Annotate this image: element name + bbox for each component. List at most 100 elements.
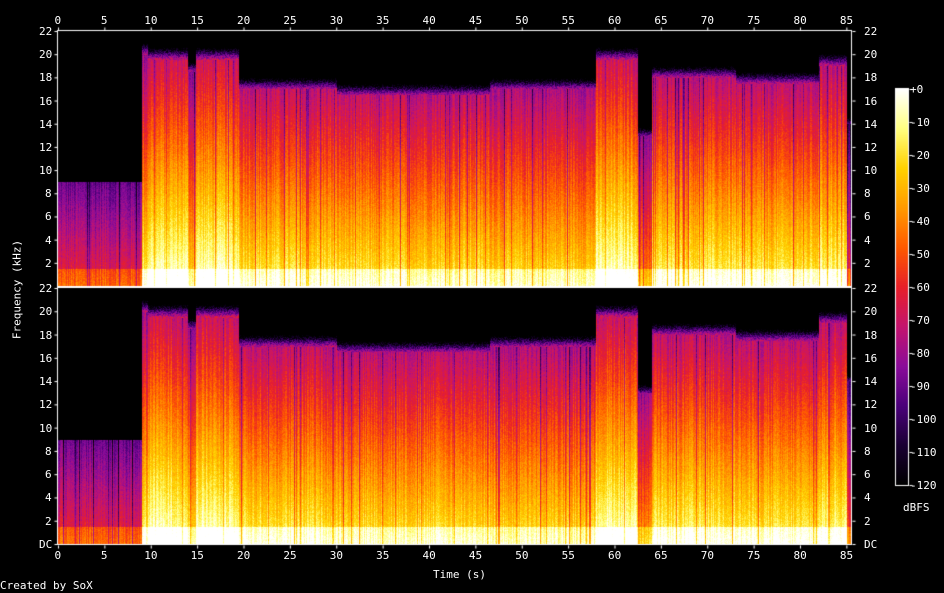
x-tick-label-top: 55 xyxy=(561,14,575,27)
colorbar-tick-label: -110 xyxy=(910,446,937,459)
y-tick-label-left-top: 22 xyxy=(39,25,53,38)
colorbar-tick-label: +0 xyxy=(910,83,924,96)
y-tick-label-right-top: 10 xyxy=(864,164,878,178)
colorbar-tick-label: -80 xyxy=(910,347,930,360)
x-tick-label-bottom: 70 xyxy=(700,549,714,562)
colorbar-tick-label: -90 xyxy=(910,380,930,393)
y-tick-label-left-top: 16 xyxy=(39,94,53,108)
y-tick-label-right-top: 18 xyxy=(864,71,878,85)
colorbar-tick-label: -120 xyxy=(910,479,937,492)
y-tick-label-right-top: 2 xyxy=(864,256,871,270)
x-axis-title: Time (s) xyxy=(433,568,486,581)
y-tick-label-right-top: 8 xyxy=(864,187,871,201)
x-tick-label-bottom: 65 xyxy=(654,549,668,562)
y-tick-label-right-top: 22 xyxy=(864,25,878,38)
y-tick-label-right-bottom: 12 xyxy=(864,398,878,412)
x-tick-label-top: 10 xyxy=(144,14,158,27)
axis-labels: 0 0 5 5 10 10 15 15 20 20 25 25 30 30 35 35 40 40 45 45 50 50… xyxy=(0,0,944,593)
colorbar-tick-label: -40 xyxy=(910,215,930,228)
y-tick-label-left-bottom: 4 xyxy=(45,491,52,505)
x-tick-label-top: 5 xyxy=(100,14,108,27)
x-tick-label-top: 15 xyxy=(190,14,204,27)
x-tick-label-bottom: 80 xyxy=(793,549,807,562)
y-tick-label-right-top: 16 xyxy=(864,94,878,108)
colorbar-tick-label: -50 xyxy=(910,248,930,261)
y-tick-label-right-bottom: 14 xyxy=(864,375,878,389)
y-tick-label-right-top: 12 xyxy=(864,140,878,154)
x-tick-label-top: 75 xyxy=(747,14,761,27)
x-tick-label-top: 35 xyxy=(376,14,390,27)
y-tick-label-right-bottom: 4 xyxy=(864,491,871,505)
x-tick-label-top: 25 xyxy=(283,14,297,27)
x-tick-label-top: 40 xyxy=(422,14,436,27)
y-tick-label-right-top: 4 xyxy=(864,233,871,247)
x-tick-label-bottom: 85 xyxy=(839,549,854,562)
y-tick-label-right-bottom: 2 xyxy=(864,514,871,528)
y-tick-label-left-top: 2 xyxy=(45,256,52,270)
colorbar-unit-label: dBFS xyxy=(903,501,930,514)
y-tick-label-left-top: 14 xyxy=(39,117,53,131)
colorbar-tick-label: -30 xyxy=(910,182,930,195)
x-tick-label-bottom: 50 xyxy=(515,549,529,562)
colorbar-tick-label: -100 xyxy=(910,413,937,426)
x-tick-label-top: 85 xyxy=(839,14,854,27)
y-tick-label-right-bottom: DC xyxy=(864,538,878,551)
x-tick-label-bottom: 25 xyxy=(283,549,297,562)
x-tick-label-bottom: 35 xyxy=(376,549,390,562)
y-tick-label-left-top: 10 xyxy=(39,164,53,178)
colorbar-tick-label: -70 xyxy=(910,314,930,327)
credit-text: Created by SoX xyxy=(0,579,93,592)
x-tick-label-top: 50 xyxy=(515,14,529,27)
y-tick-label-right-bottom: 10 xyxy=(864,421,878,435)
x-tick-label-bottom: 15 xyxy=(190,549,204,562)
y-tick-label-right-bottom: 6 xyxy=(864,468,871,482)
y-tick-label-left-bottom: 18 xyxy=(39,328,53,342)
y-tick-label-left-top: 18 xyxy=(39,71,53,85)
y-tick-label-right-top: 14 xyxy=(864,117,878,131)
colorbar-tick-label: -10 xyxy=(910,116,930,129)
y-tick-label-left-bottom: 16 xyxy=(39,351,53,365)
x-tick-label-bottom: 20 xyxy=(236,549,251,562)
y-tick-label-left-bottom: DC xyxy=(39,538,53,551)
x-tick-label-top: 30 xyxy=(329,14,343,27)
x-tick-label-top: 60 xyxy=(607,14,622,27)
colorbar-tick-label: -60 xyxy=(910,281,930,294)
x-tick-label-bottom: 60 xyxy=(607,549,622,562)
x-tick-label-top: 0 xyxy=(54,14,62,27)
y-tick-label-right-top: 6 xyxy=(864,210,871,224)
y-tick-label-right-bottom: 20 xyxy=(864,305,878,319)
y-tick-label-left-top: 12 xyxy=(39,140,53,154)
y-axis-title: Frequency (kHz) xyxy=(10,239,24,340)
y-tick-label-left-bottom: 22 xyxy=(39,282,53,295)
y-tick-label-left-bottom: 6 xyxy=(45,468,52,482)
y-tick-label-right-bottom: 22 xyxy=(864,282,878,295)
y-tick-label-left-top: 6 xyxy=(45,210,52,224)
x-tick-label-top: 65 xyxy=(654,14,668,27)
x-tick-label-bottom: 75 xyxy=(747,549,761,562)
x-tick-label-bottom: 30 xyxy=(329,549,343,562)
x-tick-label-bottom: 10 xyxy=(144,549,158,562)
y-tick-label-left-bottom: 12 xyxy=(39,398,53,412)
x-tick-label-bottom: 45 xyxy=(468,549,483,562)
y-tick-label-right-top: 20 xyxy=(864,48,878,62)
y-tick-label-left-bottom: 14 xyxy=(39,375,53,389)
x-tick-label-bottom: 40 xyxy=(422,549,436,562)
x-tick-label-top: 20 xyxy=(236,14,251,27)
y-tick-label-left-top: 20 xyxy=(39,48,53,62)
y-tick-label-left-top: 8 xyxy=(45,187,52,201)
x-tick-label-bottom: 55 xyxy=(561,549,575,562)
y-tick-label-left-top: 4 xyxy=(45,233,52,247)
colorbar-tick-label: -20 xyxy=(910,149,930,162)
x-tick-label-top: 45 xyxy=(468,14,483,27)
y-tick-label-left-bottom: 20 xyxy=(39,305,53,319)
x-tick-label-top: 80 xyxy=(793,14,807,27)
y-tick-label-left-bottom: 8 xyxy=(45,444,52,458)
y-tick-label-left-bottom: 2 xyxy=(45,514,52,528)
y-tick-label-left-bottom: 10 xyxy=(39,421,53,435)
x-tick-label-bottom: 5 xyxy=(100,549,108,562)
x-tick-label-top: 70 xyxy=(700,14,714,27)
y-tick-label-right-bottom: 16 xyxy=(864,351,878,365)
y-tick-label-right-bottom: 8 xyxy=(864,444,871,458)
y-tick-label-right-bottom: 18 xyxy=(864,328,878,342)
x-tick-label-bottom: 0 xyxy=(54,549,62,562)
